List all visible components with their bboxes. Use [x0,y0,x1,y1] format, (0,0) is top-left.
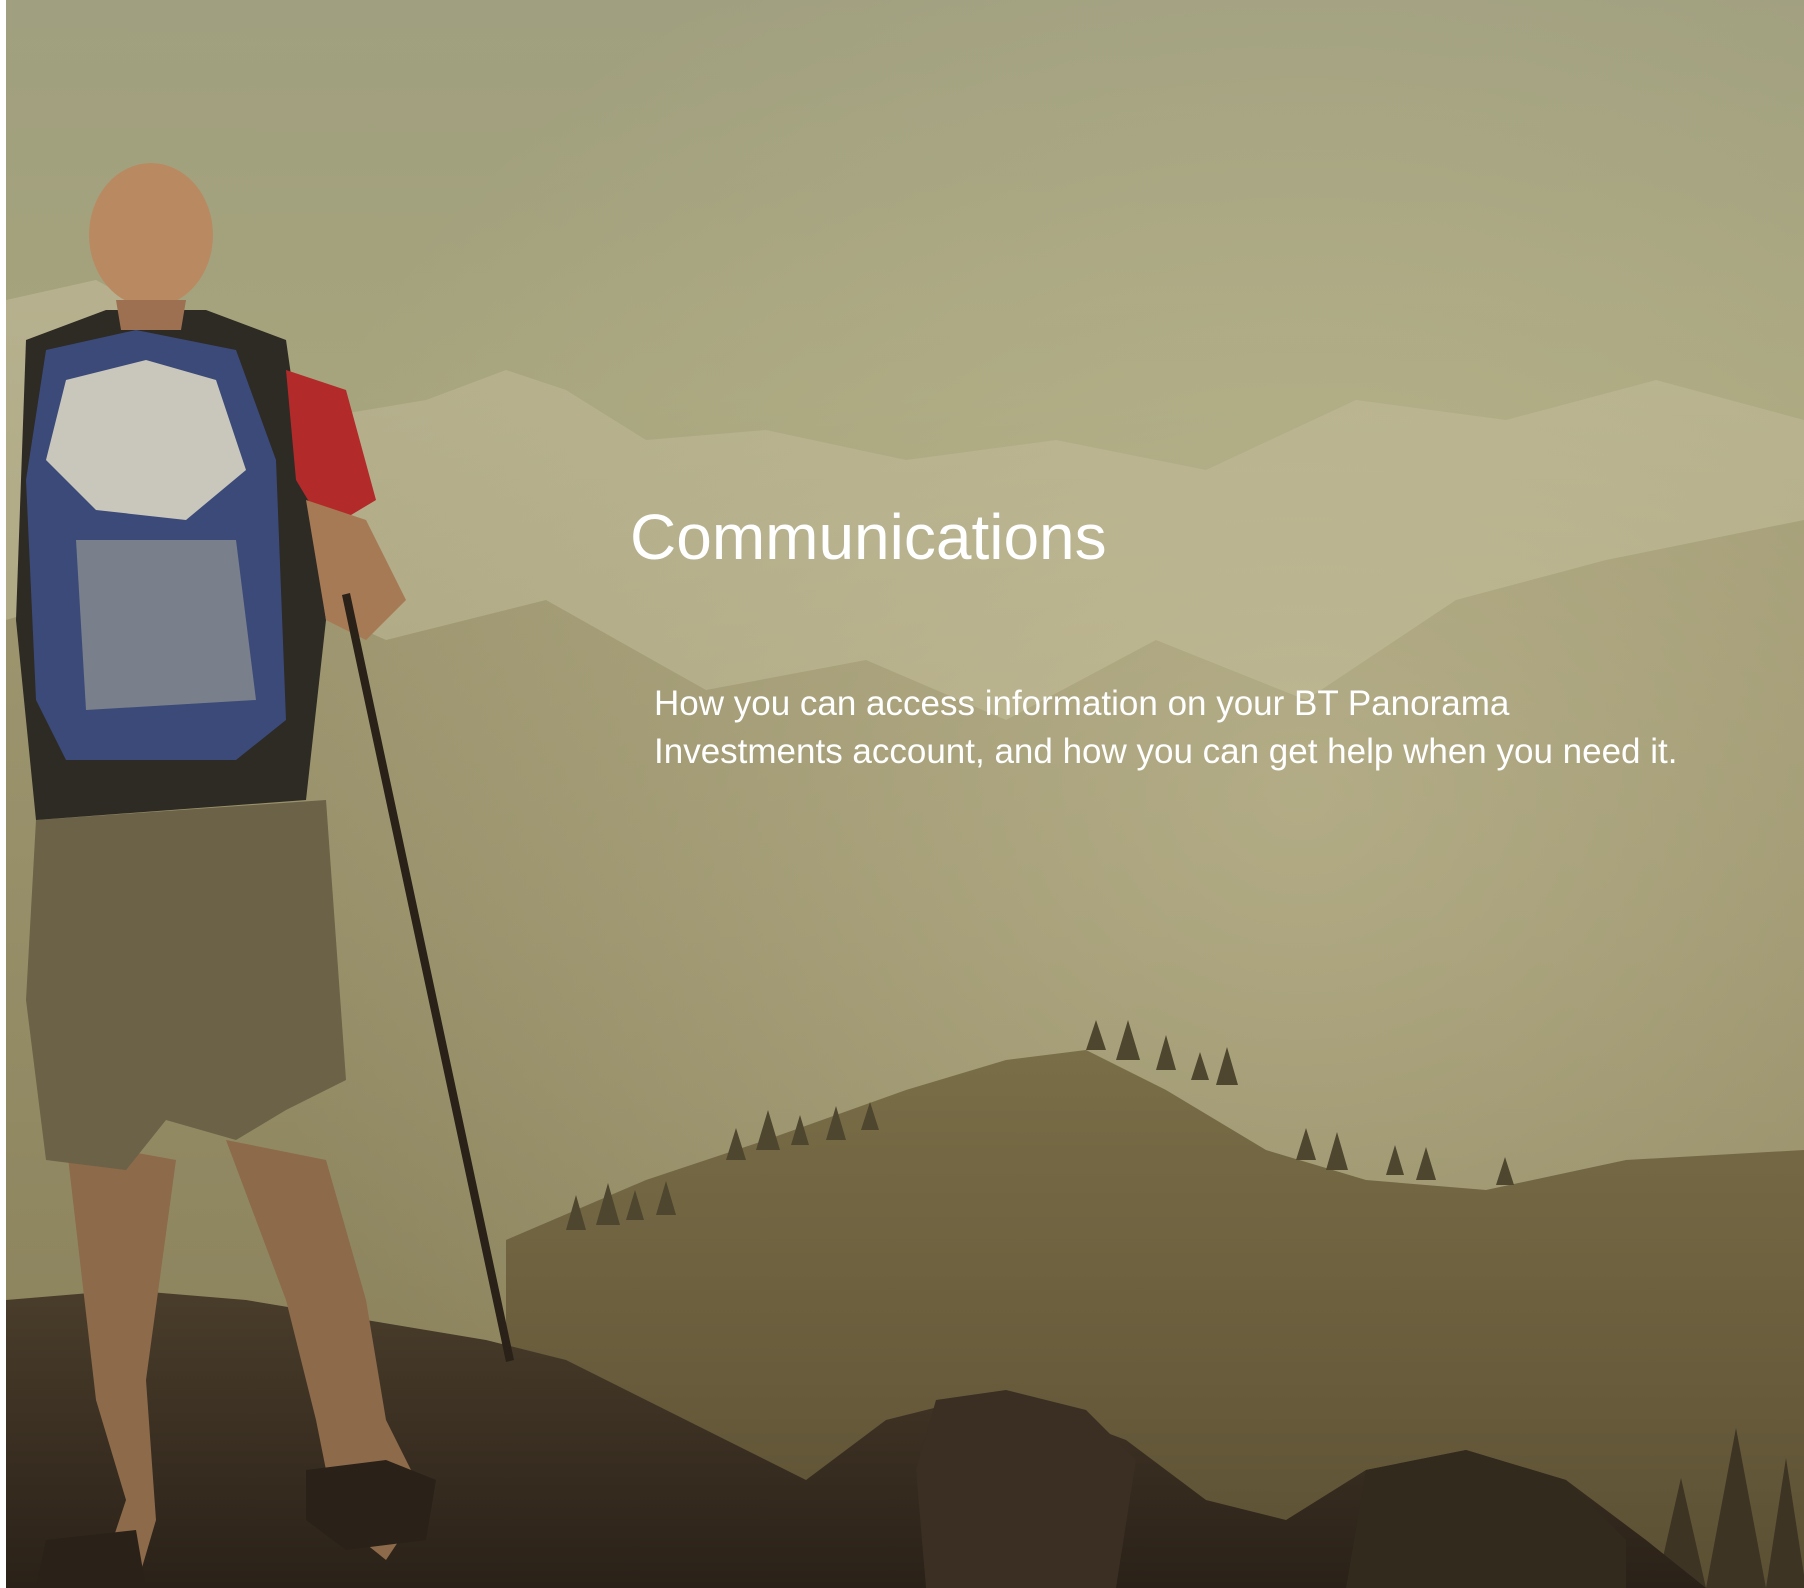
page-title: Communications [630,501,1107,573]
intro-text: How you can access information on your B… [654,684,1678,771]
landscape-illustration [6,0,1804,1588]
page: Communications How you can access inform… [0,0,1804,1588]
hero-image [6,0,1804,1588]
